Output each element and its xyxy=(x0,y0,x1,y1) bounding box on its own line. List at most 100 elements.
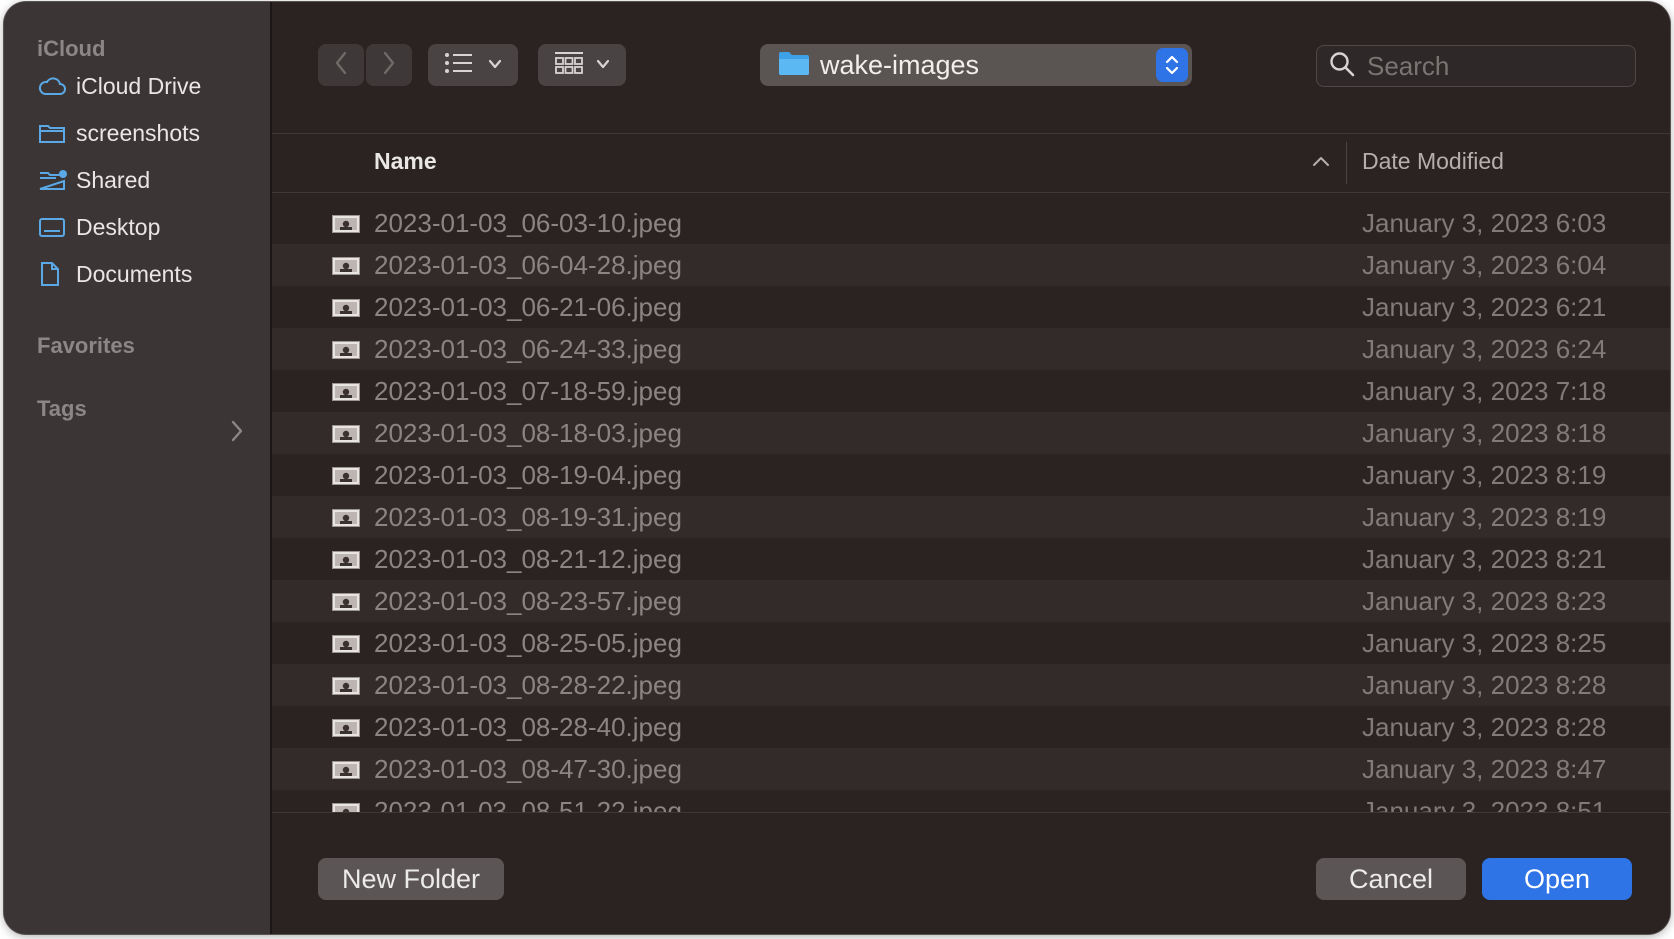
chevron-left-icon xyxy=(334,51,348,80)
image-thumbnail-icon xyxy=(332,383,360,406)
search-input[interactable] xyxy=(1365,49,1619,83)
image-thumbnail-icon xyxy=(332,593,360,616)
file-name: 2023-01-03_07-18-59.jpeg xyxy=(374,375,682,406)
file-date: January 3, 2023 6:24 xyxy=(1362,333,1607,364)
file-date: January 3, 2023 8:28 xyxy=(1362,711,1607,742)
sidebar-section-icloud: iCloud xyxy=(37,36,106,61)
sidebar-item-desktop[interactable]: Desktop xyxy=(38,207,258,247)
file-date: January 3, 2023 8:51 xyxy=(1362,795,1607,813)
file-row[interactable]: 2023-01-03_08-23-57.jpeg January 3, 2023… xyxy=(272,580,1670,622)
location-popup[interactable]: wake-images xyxy=(760,44,1192,86)
file-date: January 3, 2023 8:18 xyxy=(1362,417,1607,448)
file-date: January 3, 2023 7:18 xyxy=(1362,375,1607,406)
file-row[interactable]: 2023-01-03_08-18-03.jpeg January 3, 2023… xyxy=(272,412,1670,454)
image-thumbnail-icon xyxy=(332,257,360,280)
updown-chevron-icon xyxy=(1156,48,1188,82)
image-thumbnail-icon xyxy=(332,215,360,238)
file-row[interactable]: 2023-01-03_07-18-59.jpeg January 3, 2023… xyxy=(272,370,1670,412)
image-thumbnail-icon xyxy=(332,341,360,364)
column-header: Name Date Modified xyxy=(272,134,1670,193)
group-view-button[interactable] xyxy=(538,44,626,86)
file-row[interactable]: 2023-01-03_08-19-31.jpeg January 3, 2023… xyxy=(272,496,1670,538)
file-name: 2023-01-03_08-21-12.jpeg xyxy=(374,543,682,574)
sort-ascending-icon[interactable] xyxy=(1312,154,1330,172)
back-button[interactable] xyxy=(318,44,364,86)
file-open-dialog: iCloud iCloud Drive screenshots Shared D… xyxy=(4,2,1670,934)
file-row[interactable]: 2023-01-03_08-28-22.jpeg January 3, 2023… xyxy=(272,664,1670,706)
desktop-icon xyxy=(38,214,68,240)
divider xyxy=(272,812,1670,813)
file-name: 2023-01-03_08-23-57.jpeg xyxy=(374,585,682,616)
name-column-header[interactable]: Name xyxy=(374,148,437,175)
file-row[interactable]: 2023-01-03_08-19-04.jpeg January 3, 2023… xyxy=(272,454,1670,496)
document-icon xyxy=(38,261,68,287)
file-date: January 3, 2023 6:21 xyxy=(1362,291,1607,322)
file-row[interactable]: 2023-01-03_08-28-40.jpeg January 3, 2023… xyxy=(272,706,1670,748)
file-row[interactable]: 2023-01-03_08-51-22.jpeg January 3, 2023… xyxy=(272,790,1670,812)
file-name: 2023-01-03_08-19-04.jpeg xyxy=(374,459,682,490)
grid-icon xyxy=(554,50,584,81)
file-date: January 3, 2023 6:03 xyxy=(1362,207,1607,238)
file-name: 2023-01-03_06-04-28.jpeg xyxy=(374,249,682,280)
file-name: 2023-01-03_08-18-03.jpeg xyxy=(374,417,682,448)
image-thumbnail-icon xyxy=(332,761,360,784)
column-separator[interactable] xyxy=(1346,142,1347,184)
cloud-icon xyxy=(38,73,68,99)
file-name: 2023-01-03_06-21-06.jpeg xyxy=(374,291,682,322)
sidebar-item-documents[interactable]: Documents xyxy=(38,254,258,294)
file-date: January 3, 2023 8:25 xyxy=(1362,627,1607,658)
image-thumbnail-icon xyxy=(332,719,360,742)
file-date: January 3, 2023 8:23 xyxy=(1362,585,1607,616)
file-date: January 3, 2023 8:21 xyxy=(1362,543,1607,574)
sidebar-item-shared[interactable]: Shared xyxy=(38,160,258,200)
folder-icon xyxy=(778,50,810,81)
chevron-down-icon xyxy=(488,56,502,74)
sidebar-section-favorites[interactable]: Favorites xyxy=(37,333,135,359)
chevron-right-icon[interactable] xyxy=(230,420,244,447)
chevron-right-icon xyxy=(382,51,396,80)
file-name: 2023-01-03_06-03-10.jpeg xyxy=(374,207,682,238)
file-name: 2023-01-03_08-28-22.jpeg xyxy=(374,669,682,700)
sidebar-section-tags[interactable]: Tags xyxy=(37,396,87,422)
sidebar-item-screenshots[interactable]: screenshots xyxy=(38,113,258,153)
file-row[interactable]: 2023-01-03_06-21-06.jpeg January 3, 2023… xyxy=(272,286,1670,328)
sidebar-item-icloud-drive[interactable]: iCloud Drive xyxy=(38,66,258,106)
image-thumbnail-icon xyxy=(332,467,360,490)
image-thumbnail-icon xyxy=(332,635,360,658)
sidebar-item-label: screenshots xyxy=(76,119,201,146)
file-date: January 3, 2023 8:19 xyxy=(1362,501,1607,532)
file-row[interactable]: 2023-01-03_08-47-30.jpeg January 3, 2023… xyxy=(272,748,1670,790)
file-name: 2023-01-03_08-25-05.jpeg xyxy=(374,627,682,658)
sidebar-item-label: iCloud Drive xyxy=(76,72,202,99)
chevron-down-icon xyxy=(596,56,610,74)
sidebar-item-label: Documents xyxy=(76,260,193,287)
file-row[interactable]: 2023-01-03_08-25-05.jpeg January 3, 2023… xyxy=(272,622,1670,664)
file-name: 2023-01-03_08-51-22.jpeg xyxy=(374,795,682,813)
date-modified-column-header[interactable]: Date Modified xyxy=(1362,148,1504,175)
sidebar: iCloud iCloud Drive screenshots Shared D… xyxy=(4,2,272,934)
image-thumbnail-icon xyxy=(332,425,360,448)
file-row[interactable]: 2023-01-03_06-04-28.jpeg January 3, 2023… xyxy=(272,244,1670,286)
list-icon xyxy=(444,51,474,80)
image-thumbnail-icon xyxy=(332,299,360,322)
file-date: January 3, 2023 8:47 xyxy=(1362,753,1607,784)
file-name: 2023-01-03_08-19-31.jpeg xyxy=(374,501,682,532)
search-field[interactable] xyxy=(1316,45,1636,87)
new-folder-button[interactable]: New Folder xyxy=(318,858,504,900)
image-thumbnail-icon xyxy=(332,551,360,574)
file-row[interactable]: 2023-01-03_06-24-33.jpeg January 3, 2023… xyxy=(272,328,1670,370)
cancel-button[interactable]: Cancel xyxy=(1316,858,1466,900)
forward-button[interactable] xyxy=(366,44,412,86)
sidebar-item-label: Desktop xyxy=(76,213,161,240)
list-view-button[interactable] xyxy=(428,44,518,86)
location-label: wake-images xyxy=(820,49,980,80)
file-row[interactable]: 2023-01-03_06-03-10.jpeg January 3, 2023… xyxy=(272,202,1670,244)
search-icon xyxy=(1329,51,1355,82)
folder-icon xyxy=(38,120,68,146)
file-date: January 3, 2023 8:19 xyxy=(1362,459,1607,490)
file-row[interactable]: 2023-01-03_08-21-12.jpeg January 3, 2023… xyxy=(272,538,1670,580)
open-button[interactable]: Open xyxy=(1482,858,1632,900)
file-name: 2023-01-03_08-28-40.jpeg xyxy=(374,711,682,742)
image-thumbnail-icon xyxy=(332,803,360,812)
file-list: 2023-01-03_06-03-10.jpeg January 3, 2023… xyxy=(272,202,1670,812)
